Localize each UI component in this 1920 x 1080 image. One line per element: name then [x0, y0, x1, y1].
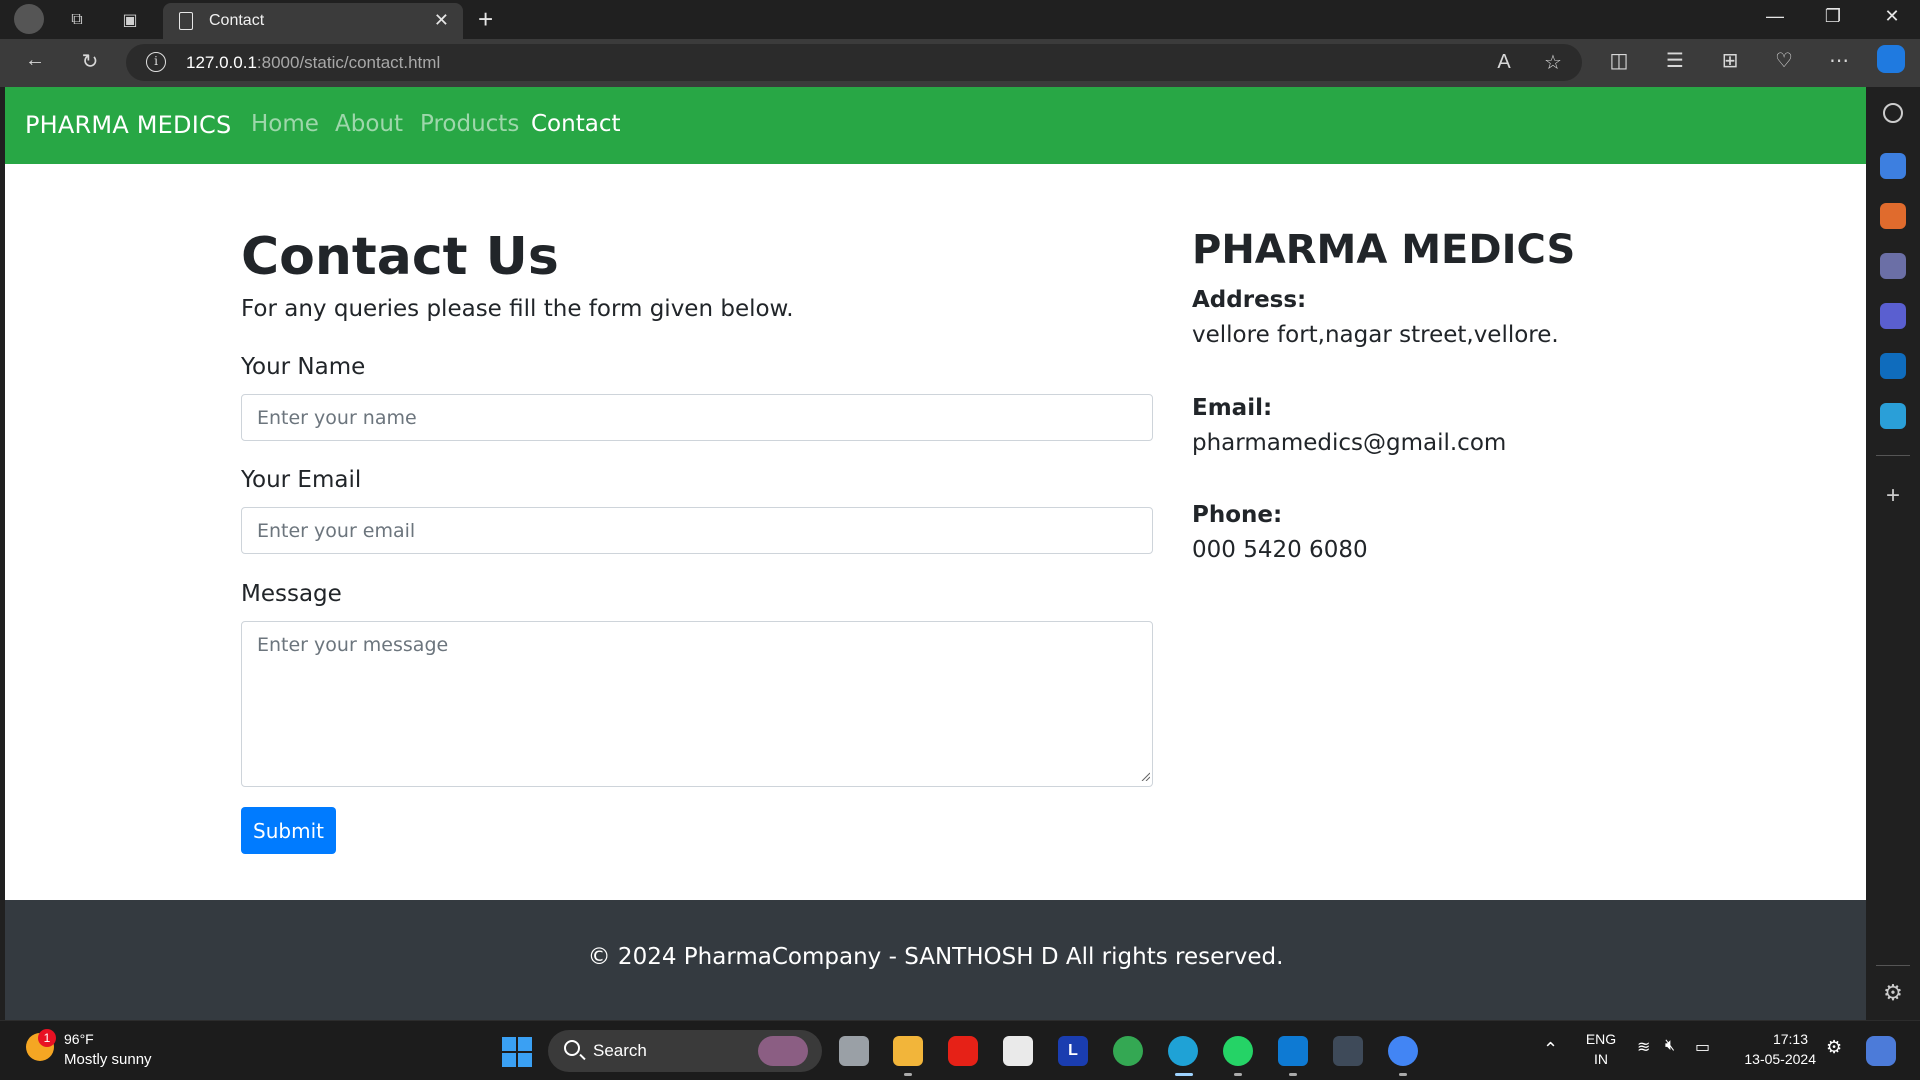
volume-muted-icon[interactable]: 🔇︎ — [1665, 1037, 1675, 1055]
sidebar-shopping-icon[interactable] — [1880, 153, 1906, 179]
form-intro: For any queries please fill the form giv… — [241, 296, 794, 322]
whatsapp-icon[interactable] — [1223, 1036, 1253, 1066]
address-field[interactable]: i 127.0.0.1:8000/static/contact.html A ☆ — [126, 44, 1582, 81]
chrome-profile-icon[interactable] — [1388, 1036, 1418, 1066]
sidebar-games-icon[interactable] — [1880, 253, 1906, 279]
workspaces-icon[interactable]: ⧉ — [63, 6, 91, 34]
sidebar-tools-icon[interactable] — [1880, 203, 1906, 229]
url-text[interactable]: 127.0.0.1:8000/static/contact.html — [186, 53, 440, 73]
tab-title: Contact — [209, 12, 265, 29]
collections-icon[interactable]: ⊞ — [1715, 48, 1745, 73]
new-tab-button[interactable]: + — [478, 4, 493, 35]
name-label: Your Name — [241, 354, 366, 380]
favorite-star-icon[interactable]: ☆ — [1538, 50, 1568, 75]
sidebar-office-icon[interactable] — [1880, 303, 1906, 329]
weather-badge: 1 — [38, 1029, 56, 1047]
clock-time[interactable]: 17:13 — [1736, 1031, 1808, 1047]
email-label: Your Email — [241, 467, 362, 493]
address-value: vellore fort,nagar street,vellore. — [1192, 322, 1559, 348]
start-button[interactable] — [502, 1037, 532, 1067]
back-icon[interactable]: ← — [20, 49, 50, 72]
restore-button[interactable]: ❐ — [1813, 6, 1853, 27]
windows-taskbar: 1 96°F Mostly sunny Search L ⌃ ENG IN ≋ … — [0, 1020, 1920, 1080]
message-label: Message — [241, 581, 342, 607]
phone-label: Phone: — [1192, 502, 1283, 528]
running-indicator — [1289, 1073, 1297, 1076]
name-input[interactable] — [241, 394, 1153, 441]
running-indicator — [904, 1073, 912, 1076]
page-viewport: PHARMA MEDICS Home About Products Contac… — [5, 87, 1866, 1020]
nav-link-about[interactable]: About — [335, 111, 403, 137]
site-footer: © 2024 PharmaCompany - SANTHOSH D All ri… — [5, 900, 1866, 1020]
page-title: Contact Us — [241, 227, 559, 287]
phone-value: 000 5420 6080 — [1192, 537, 1368, 563]
browser-tab-bar: ⧉ ▣ Contact ✕ + — ❐ ✕ — [0, 0, 1920, 39]
close-window-button[interactable]: ✕ — [1872, 6, 1912, 27]
sidebar-search-icon[interactable] — [1883, 103, 1903, 123]
message-textarea[interactable] — [241, 621, 1153, 787]
refresh-icon[interactable]: ↻ — [75, 49, 105, 74]
search-icon — [564, 1040, 580, 1056]
youtube-icon[interactable] — [948, 1036, 978, 1066]
site-info-icon[interactable]: i — [146, 52, 166, 72]
sidebar-add-icon[interactable]: + — [1880, 483, 1906, 509]
address-toolbar: ← ↻ i 127.0.0.1:8000/static/contact.html… — [0, 39, 1920, 87]
sidebar-outlook-icon[interactable] — [1880, 353, 1906, 379]
split-screen-icon[interactable]: ◫ — [1604, 48, 1634, 73]
running-indicator — [1234, 1073, 1242, 1076]
copilot-taskbar-icon[interactable] — [1866, 1036, 1896, 1066]
store-icon[interactable] — [1003, 1036, 1033, 1066]
task-view-icon[interactable] — [839, 1036, 869, 1066]
browser-essentials-icon[interactable]: ♡ — [1769, 48, 1799, 73]
email-input[interactable] — [241, 507, 1153, 554]
wifi-icon[interactable]: ≋ — [1637, 1037, 1650, 1057]
sidebar-divider-bottom — [1876, 965, 1910, 966]
nav-link-products[interactable]: Products — [420, 111, 519, 137]
active-tab[interactable]: Contact ✕ — [163, 3, 463, 39]
profile-avatar[interactable] — [14, 4, 44, 34]
active-app-indicator — [1175, 1073, 1193, 1076]
more-menu-icon[interactable]: ⋯ — [1824, 48, 1854, 73]
copilot-icon[interactable] — [1877, 45, 1905, 73]
weather-temp[interactable]: 96°F — [64, 1031, 94, 1047]
l-app-icon[interactable]: L — [1058, 1036, 1088, 1066]
file-explorer-icon[interactable] — [893, 1036, 923, 1066]
sidebar-settings-icon[interactable]: ⚙ — [1880, 980, 1906, 1006]
running-indicator — [1399, 1073, 1407, 1076]
document-icon — [179, 12, 193, 30]
focus-settings-icon[interactable]: ⚙ — [1826, 1037, 1842, 1058]
taskbar-search-label: Search — [593, 1041, 647, 1060]
sidebar-divider — [1876, 455, 1910, 456]
clock-date[interactable]: 13-05-2024 — [1728, 1051, 1816, 1067]
favorites-icon[interactable]: ☰ — [1660, 48, 1690, 73]
vertical-tabs-icon[interactable]: ▣ — [116, 6, 144, 34]
email-info-label: Email: — [1192, 395, 1273, 421]
terminal-icon[interactable] — [1333, 1036, 1363, 1066]
vscode-icon[interactable] — [1278, 1036, 1308, 1066]
search-highlight-icon — [758, 1036, 808, 1066]
minimize-button[interactable]: — — [1755, 6, 1795, 27]
read-aloud-icon[interactable]: A — [1489, 51, 1519, 74]
company-title: PHARMA MEDICS — [1192, 227, 1576, 273]
weather-desc[interactable]: Mostly sunny — [64, 1051, 152, 1068]
edge-sidebar: + ⚙ — [1866, 87, 1920, 1020]
nav-link-home[interactable]: Home — [251, 111, 319, 137]
footer-copyright: © 2024 PharmaCompany - SANTHOSH D All ri… — [587, 944, 1284, 970]
site-navbar: PHARMA MEDICS Home About Products Contac… — [5, 87, 1866, 164]
tray-overflow-icon[interactable]: ⌃ — [1543, 1039, 1558, 1060]
submit-button[interactable]: Submit — [241, 807, 336, 854]
battery-icon[interactable]: ▭ — [1695, 1037, 1710, 1057]
close-tab-icon[interactable]: ✕ — [434, 10, 449, 31]
sidebar-send-icon[interactable] — [1880, 403, 1906, 429]
address-label: Address: — [1192, 287, 1307, 313]
chrome-icon[interactable] — [1113, 1036, 1143, 1066]
nav-link-contact[interactable]: Contact — [531, 111, 620, 137]
edge-icon[interactable] — [1168, 1036, 1198, 1066]
taskbar-search[interactable]: Search — [548, 1030, 822, 1072]
resize-handle-icon[interactable] — [1140, 771, 1150, 781]
language-bottom[interactable]: IN — [1583, 1051, 1619, 1067]
email-value: pharmamedics@gmail.com — [1192, 430, 1507, 456]
site-brand[interactable]: PHARMA MEDICS — [25, 111, 231, 139]
language-top[interactable]: ENG — [1583, 1031, 1619, 1047]
